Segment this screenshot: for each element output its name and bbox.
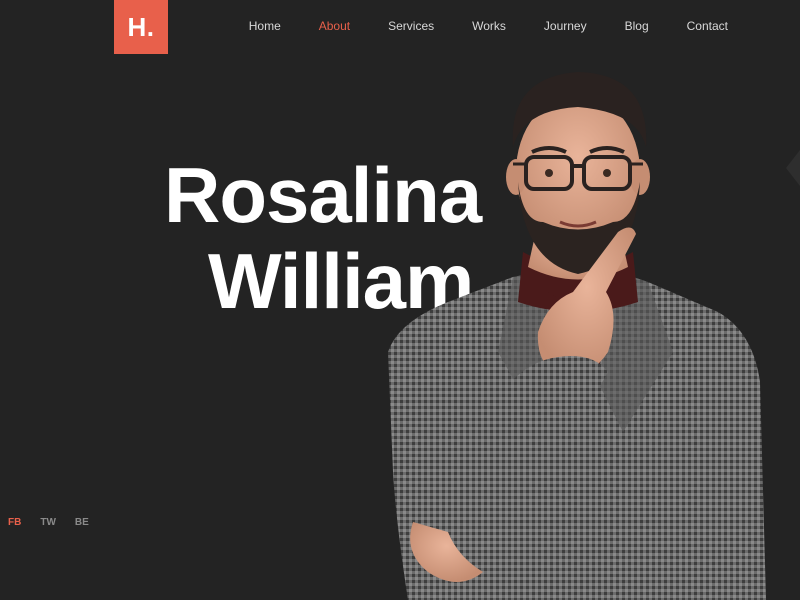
nav-item-blog[interactable]: Blog — [625, 18, 649, 34]
decorative-triangle — [786, 150, 800, 186]
social-link-facebook[interactable]: FB — [8, 517, 21, 528]
nav-item-about[interactable]: About — [319, 18, 350, 34]
nav-item-journey[interactable]: Journey — [544, 18, 587, 34]
nav-item-contact[interactable]: Contact — [687, 18, 728, 34]
social-link-behance[interactable]: BE — [75, 517, 89, 528]
page: H. Home About Services Works Journey Blo… — [0, 0, 800, 600]
social-link-twitter[interactable]: TW — [40, 517, 56, 528]
site-logo[interactable]: H. — [114, 0, 168, 54]
nav-item-home[interactable]: Home — [249, 18, 281, 34]
main-nav: Home About Services Works Journey Blog C… — [211, 18, 728, 34]
nav-item-works[interactable]: Works — [472, 18, 506, 34]
profile-portrait — [388, 72, 766, 600]
nav-item-services[interactable]: Services — [388, 18, 434, 34]
social-links: FB TW BE — [8, 517, 108, 528]
